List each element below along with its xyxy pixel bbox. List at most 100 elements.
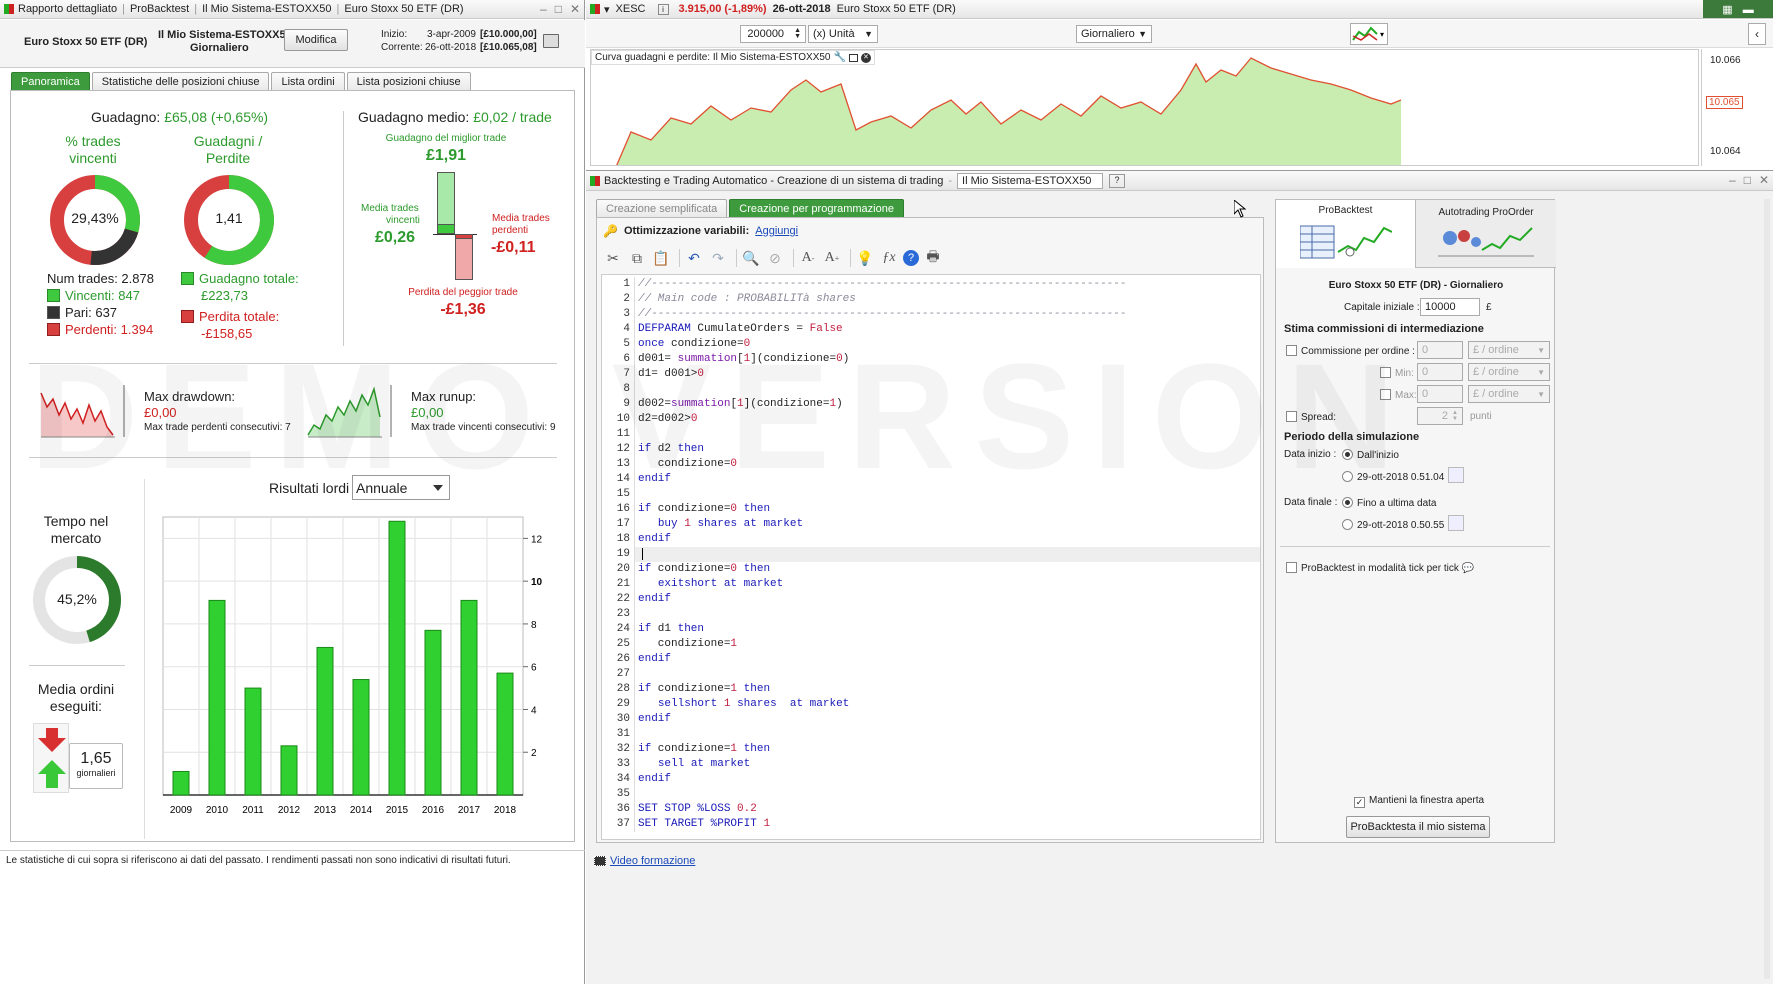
minimize-icon[interactable]: – <box>1729 173 1736 187</box>
code-line[interactable]: 23 <box>602 607 1260 622</box>
chart-menu-arrow-icon[interactable]: ▾ <box>604 3 610 16</box>
cut-icon[interactable]: ✂ <box>603 248 623 268</box>
commission-unit-select[interactable]: £ / ordine ▼ <box>1468 341 1550 359</box>
min-row[interactable]: Min: <box>1380 367 1414 379</box>
code-editor[interactable]: 1 //-------------------------------------… <box>601 274 1261 840</box>
code-line[interactable]: 10 d2=d002>0 <box>602 412 1260 427</box>
end-option-date[interactable]: 29-ott-2018 0.50.55 <box>1342 519 1444 531</box>
function-icon[interactable]: ƒx <box>879 248 899 268</box>
code-line[interactable]: 22 endif <box>602 592 1260 607</box>
code-line[interactable]: 35 <box>602 787 1260 802</box>
code-line[interactable]: 34 endif <box>602 772 1260 787</box>
code-line[interactable]: 31 <box>602 727 1260 742</box>
tab-closed-stats[interactable]: Statistiche delle posizioni chiuse <box>91 72 270 91</box>
paste-icon[interactable]: 📋 <box>651 248 671 268</box>
code-line[interactable]: 28 if condizione=1 then <box>602 682 1260 697</box>
code-line[interactable]: 36 SET STOP %LOSS 0.2 <box>602 802 1260 817</box>
help-icon[interactable]: ? <box>1109 173 1126 188</box>
chart-style-icon[interactable]: ▾ <box>1350 23 1388 45</box>
tick-mode-row[interactable]: ProBacktest in modalità tick per tick 💬 <box>1286 562 1474 574</box>
font-increase-icon[interactable]: A + <box>822 248 842 268</box>
font-decrease-icon[interactable]: A- <box>798 248 818 268</box>
sidebar-toggle-icon[interactable]: ‹ <box>1748 23 1766 45</box>
stepper-icon[interactable]: ▲ ▼ <box>794 27 801 40</box>
max-row[interactable]: Max: <box>1380 389 1417 401</box>
minimize-icon[interactable]: – <box>540 2 547 16</box>
tab-autotrading[interactable]: Autotrading ProOrder <box>1416 200 1556 268</box>
code-line[interactable]: 37 SET TARGET %PROFIT 1 <box>602 817 1260 832</box>
results-period-select[interactable]: Annuale <box>352 475 450 500</box>
code-line[interactable]: 1 //-------------------------------------… <box>602 277 1260 292</box>
chart-menu-icon[interactable] <box>590 4 600 14</box>
max-unit-select[interactable]: £ / ordine ▼ <box>1468 385 1550 403</box>
calendar-icon[interactable] <box>1448 467 1464 483</box>
info-bubble-icon[interactable]: 💬 <box>1462 563 1474 574</box>
tab-probacktest[interactable]: ProBacktest <box>1276 200 1416 268</box>
code-line[interactable]: 27 <box>602 667 1260 682</box>
code-line[interactable]: 21 exitshort at market <box>602 577 1260 592</box>
max-input[interactable]: 0 <box>1417 385 1463 403</box>
code-line[interactable]: 19 <box>602 547 1260 562</box>
wrench-icon[interactable]: 🔧 <box>834 52 846 63</box>
modify-button[interactable]: Modifica <box>284 29 348 51</box>
quantity-input[interactable]: 200000 ▲ ▼ <box>740 25 806 43</box>
stepper-icon[interactable]: ▲ ▼ <box>1452 410 1458 422</box>
code-line[interactable]: 7 d1= d001>0 <box>602 367 1260 382</box>
code-line[interactable]: 16 if condizione=0 then <box>602 502 1260 517</box>
close-icon[interactable]: ✕ <box>1759 173 1769 187</box>
code-line[interactable]: 13 condizione=0 <box>602 457 1260 472</box>
maximize-icon[interactable]: □ <box>555 2 562 16</box>
code-line[interactable]: 3 //-------------------------------------… <box>602 307 1260 322</box>
tab-programming[interactable]: Creazione per programmazione <box>729 199 904 218</box>
layout-icon[interactable]: ▦ ▬ <box>1703 0 1773 18</box>
initial-capital-input[interactable]: 10000 <box>1420 298 1480 316</box>
lightbulb-icon[interactable]: 💡 <box>855 248 875 268</box>
run-backtest-button[interactable]: ProBacktesta il mio sistema <box>1346 816 1490 838</box>
keep-open-checkbox[interactable]: ✓ <box>1354 797 1365 808</box>
code-line[interactable]: 6 d001= summation[1](condizione=0) <box>602 352 1260 367</box>
end-last-radio[interactable] <box>1342 497 1353 508</box>
code-line[interactable]: 5 once condizione=0 <box>602 337 1260 352</box>
code-line[interactable]: 15 <box>602 487 1260 502</box>
window-icon[interactable] <box>848 53 858 62</box>
min-checkbox[interactable] <box>1380 367 1391 378</box>
panel-close-icon[interactable]: ▬ <box>1743 4 1754 16</box>
code-line[interactable]: 4 DEFPARAM CumulateOrders = False <box>602 322 1260 337</box>
print-icon[interactable]: 🖶 <box>923 248 943 268</box>
max-checkbox[interactable] <box>1380 389 1391 400</box>
min-input[interactable]: 0 <box>1417 363 1463 381</box>
remove-icon[interactable]: ✕ <box>860 52 871 63</box>
code-line[interactable]: 2 // Main code : PROBABILITà shares <box>602 292 1260 307</box>
info-icon[interactable]: i <box>657 3 669 15</box>
tab-closed-positions[interactable]: Lista posizioni chiuse <box>346 72 471 91</box>
search-icon[interactable]: 🔍 <box>741 248 761 268</box>
keep-open-row[interactable]: ✓ Mantieni la finestra aperta <box>1354 795 1484 808</box>
grid-layout-icon[interactable]: ▦ <box>1722 3 1732 16</box>
spread-checkbox[interactable] <box>1286 411 1297 422</box>
spread-row[interactable]: Spread: <box>1286 411 1336 423</box>
tab-simple-creation[interactable]: Creazione semplificata <box>596 199 728 218</box>
start-date-radio[interactable] <box>1342 471 1353 482</box>
spread-input[interactable]: 2 ▲ ▼ <box>1417 407 1463 425</box>
comment-icon[interactable]: ⊘ <box>765 248 785 268</box>
code-line[interactable]: 18 endif <box>602 532 1260 547</box>
tick-mode-checkbox[interactable] <box>1286 562 1297 573</box>
code-line[interactable]: 17 buy 1 shares at market <box>602 517 1260 532</box>
redo-icon[interactable]: ↷ <box>708 248 728 268</box>
code-line[interactable]: 33 sell at market <box>602 757 1260 772</box>
code-line[interactable]: 11 <box>602 427 1260 442</box>
commission-input[interactable]: 0 <box>1417 341 1463 359</box>
code-line[interactable]: 26 endif <box>602 652 1260 667</box>
code-line[interactable]: 30 endif <box>602 712 1260 727</box>
timeframe-select[interactable]: Giornaliero ▼ <box>1076 25 1152 43</box>
start-beginning-radio[interactable] <box>1342 449 1353 460</box>
code-line[interactable]: 32 if condizione=1 then <box>602 742 1260 757</box>
code-line[interactable]: 29 sellshort 1 shares at market <box>602 697 1260 712</box>
code-line[interactable]: 20 if condizione=0 then <box>602 562 1260 577</box>
unit-select[interactable]: (x) Unità ▼ <box>808 25 878 43</box>
code-line[interactable]: 24 if d1 then <box>602 622 1260 637</box>
tab-order-list[interactable]: Lista ordini <box>271 72 345 91</box>
start-option-date[interactable]: 29-ott-2018 0.51.04 <box>1342 471 1444 483</box>
copy-icon[interactable]: ⧉ <box>627 248 647 268</box>
close-icon[interactable]: ✕ <box>570 2 580 16</box>
